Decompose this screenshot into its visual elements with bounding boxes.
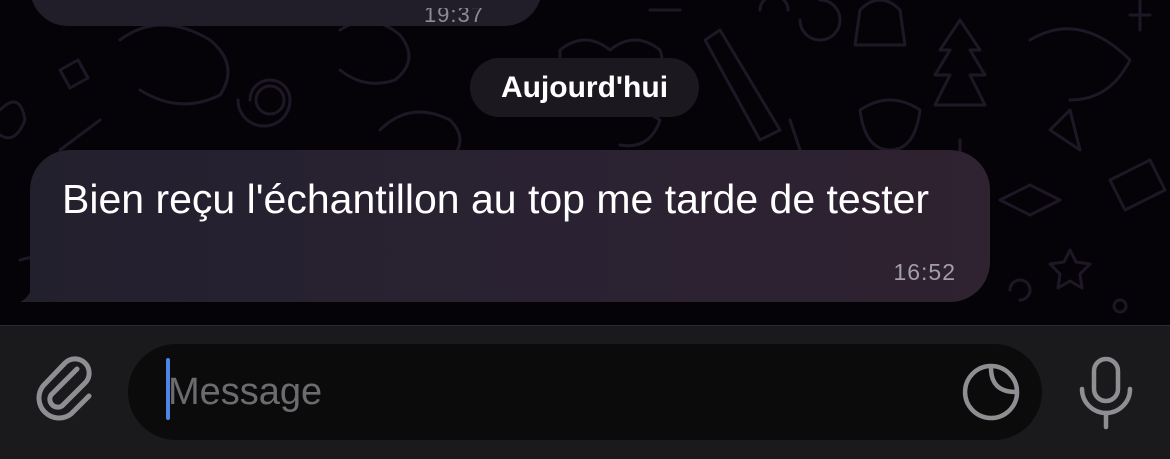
attach-button[interactable] <box>28 351 102 425</box>
incoming-message-bubble[interactable]: Bien reçu l'échantillon au top me tarde … <box>30 150 990 302</box>
message-composer <box>0 325 1170 459</box>
message-time: 16:52 <box>893 259 956 285</box>
previous-message-time: 19:37 <box>423 8 484 22</box>
microphone-icon <box>1079 356 1133 430</box>
voice-record-button[interactable] <box>1068 353 1144 433</box>
message-text: Bien reçu l'échantillon au top me tarde … <box>62 176 930 222</box>
sticker-icon <box>962 363 1020 421</box>
chat-background: 19:37 Aujourd'hui Bien reçu l'échantillo… <box>0 0 1170 325</box>
sticker-button[interactable] <box>960 361 1022 423</box>
chat-screen: 19:37 Aujourd'hui Bien reçu l'échantillo… <box>0 0 1170 459</box>
date-separator: Aujourd'hui <box>470 58 699 117</box>
message-field[interactable] <box>128 344 1042 440</box>
paperclip-icon <box>36 356 92 421</box>
previous-message-bubble[interactable]: 19:37 <box>30 0 542 26</box>
message-input[interactable] <box>168 344 948 440</box>
